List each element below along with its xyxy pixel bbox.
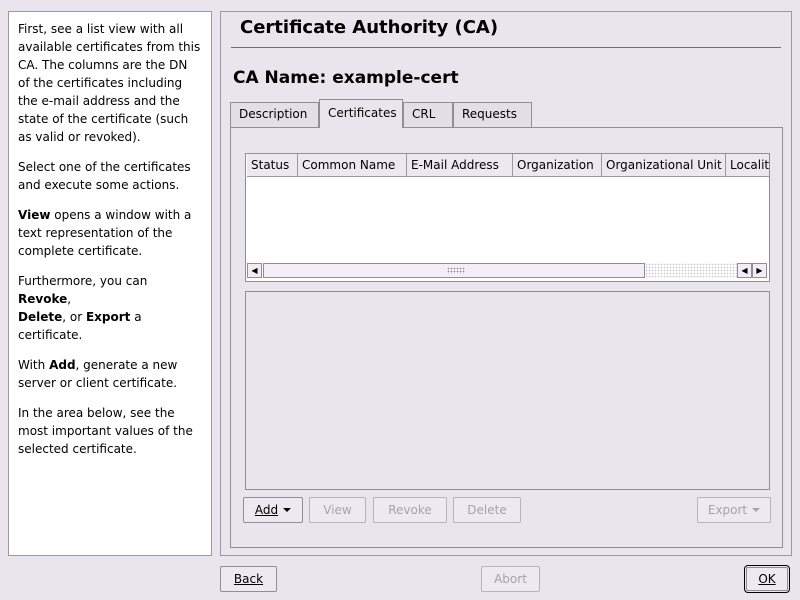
- scroll-left-icon[interactable]: ◀: [737, 263, 752, 278]
- export-button-label: Export: [707, 503, 748, 517]
- column-header-common-name[interactable]: Common Name: [298, 154, 407, 177]
- dialog-title: Certificate Authority (CA): [240, 17, 499, 38]
- help-add-keyword: Add: [49, 358, 76, 372]
- grip-icon: [447, 267, 465, 274]
- main-frame: Certificate Authority (CA) CA Name: exam…: [220, 11, 792, 556]
- help-paragraph-4: Furthermore, you can Revoke, Delete, or E…: [18, 272, 202, 344]
- certificates-tab-panel: Status Common Name E-Mail Address Organi…: [230, 127, 783, 548]
- help-paragraph-3: View opens a window with a text represen…: [18, 206, 202, 260]
- column-header-locality[interactable]: Localit: [726, 154, 769, 177]
- ok-button[interactable]: OK: [744, 565, 790, 593]
- abort-button[interactable]: Abort: [481, 566, 540, 592]
- help-delete-keyword: Delete: [18, 310, 63, 324]
- help-panel: First, see a list view with all availabl…: [8, 11, 212, 556]
- help-paragraph-2: Select one of the certificates and execu…: [18, 160, 191, 192]
- add-button-label: Add: [254, 503, 279, 517]
- help-text: Furthermore, you can: [18, 274, 148, 288]
- title-divider: [231, 47, 781, 48]
- revoke-button[interactable]: Revoke: [373, 497, 447, 523]
- scrollbar-track[interactable]: [645, 263, 737, 278]
- scroll-right-icon[interactable]: ▶: [752, 263, 767, 278]
- back-button[interactable]: Back: [220, 566, 277, 592]
- horizontal-scrollbar[interactable]: ◀ ◀ ▶: [247, 263, 768, 279]
- dropdown-arrow-icon: [283, 508, 292, 512]
- column-header-status[interactable]: Status: [247, 154, 298, 177]
- scrollbar-thumb[interactable]: [263, 263, 645, 278]
- export-button[interactable]: Export: [697, 497, 771, 523]
- dropdown-arrow-icon: [752, 508, 761, 512]
- help-text: With: [18, 358, 50, 372]
- tab-description[interactable]: Description: [230, 102, 319, 127]
- view-button[interactable]: View: [309, 497, 366, 523]
- certificate-table[interactable]: Status Common Name E-Mail Address Organi…: [245, 153, 770, 282]
- help-paragraph-1: First, see a list view with all availabl…: [18, 22, 201, 144]
- help-paragraph-6: In the area below, see the most importan…: [18, 406, 193, 456]
- tab-certificates[interactable]: Certificates: [319, 99, 403, 128]
- help-paragraph-5: With Add, generate a new server or clien…: [18, 356, 202, 392]
- help-export-keyword: Export: [85, 310, 131, 324]
- scroll-left-icon[interactable]: ◀: [247, 263, 262, 278]
- help-text: ,: [67, 292, 72, 306]
- help-text: , or: [62, 310, 86, 324]
- column-header-organizational-unit[interactable]: Organizational Unit: [602, 154, 726, 177]
- certificate-details-area: [245, 291, 770, 490]
- delete-button[interactable]: Delete: [453, 497, 521, 523]
- tab-requests[interactable]: Requests: [453, 102, 532, 127]
- ca-name-heading: CA Name: example-cert: [233, 68, 459, 88]
- help-revoke-keyword: Revoke: [18, 292, 68, 306]
- column-header-email-address[interactable]: E-Mail Address: [407, 154, 513, 177]
- add-button[interactable]: Add: [243, 497, 303, 523]
- column-header-organization[interactable]: Organization: [513, 154, 602, 177]
- ok-button-label: OK: [758, 572, 776, 586]
- help-view-keyword: View: [18, 208, 51, 222]
- tab-crl[interactable]: CRL: [403, 102, 453, 127]
- back-button-label: Back: [233, 572, 264, 586]
